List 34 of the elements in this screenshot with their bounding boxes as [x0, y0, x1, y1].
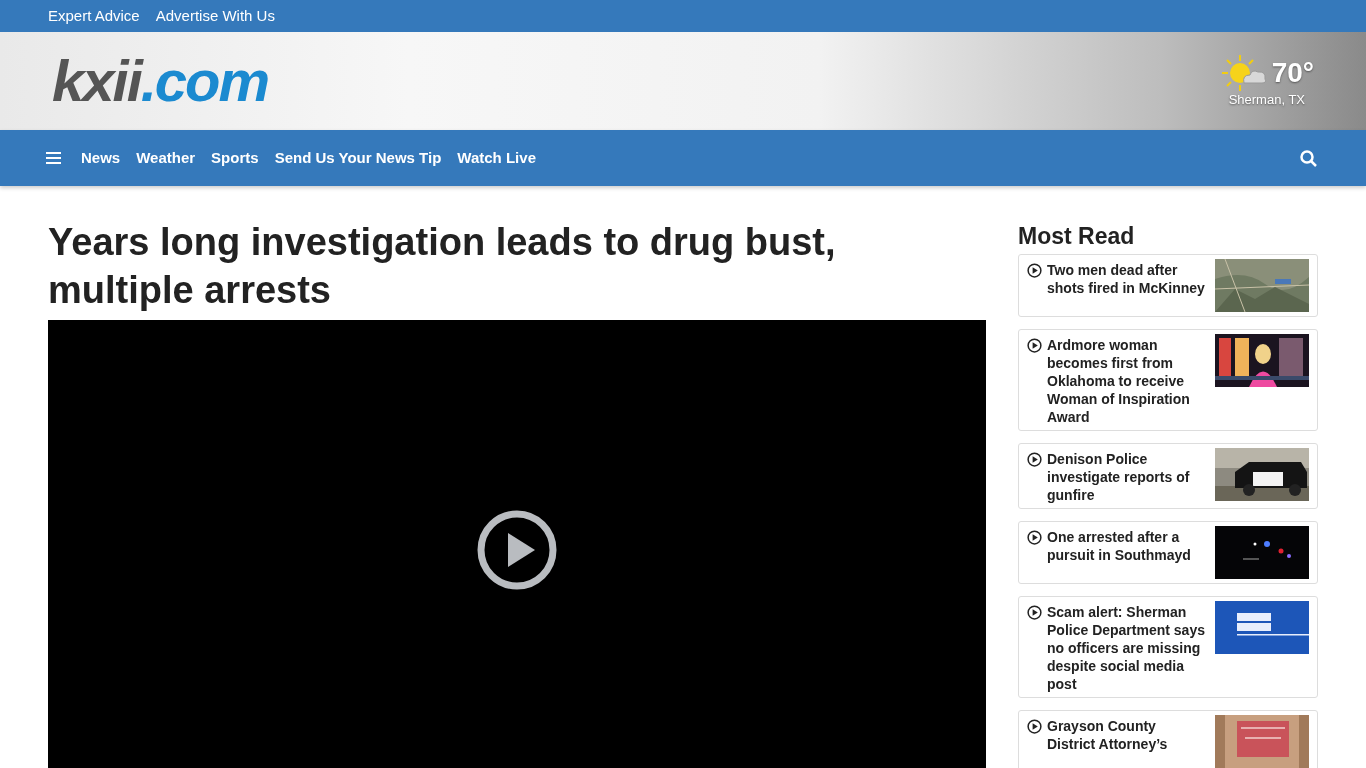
partly-cloudy-icon — [1219, 53, 1268, 94]
story-card[interactable]: Ardmore woman becomes first from Oklahoma to receive Woman of Inspiration Award — [1018, 329, 1318, 431]
play-icon — [1027, 452, 1042, 467]
nav-link[interactable]: Weather — [136, 146, 196, 170]
nav-link[interactable]: Sports — [211, 146, 259, 170]
play-icon[interactable] — [477, 510, 557, 590]
play-icon — [1027, 719, 1042, 734]
play-icon — [1027, 530, 1042, 545]
section-title: Most Read — [1018, 222, 1136, 250]
story-card[interactable]: One arrested after a pursuit in Southmayd — [1018, 521, 1318, 584]
story-card[interactable]: Two men dead after shots fired in McKinney — [1018, 254, 1318, 317]
search-icon[interactable] — [1300, 149, 1317, 167]
top-link[interactable]: Expert Advice — [48, 4, 140, 28]
play-icon — [1027, 338, 1042, 353]
story-card[interactable]: Scam alert: Sherman Police Department says no officers are missing despite social media post — [1018, 596, 1318, 698]
story-headline: Two men dead after shots fired in McKinney — [1047, 261, 1206, 298]
article-headline: Years long investigation leads to drug bust, multiple arrests — [48, 220, 837, 313]
nav-link[interactable]: Watch Live — [457, 146, 536, 170]
story-headline: Scam alert: Sherman Police Department says no officers are missing despite social media post — [1047, 603, 1206, 693]
story-headline: Ardmore woman becomes first from Oklahoma to receive Woman of Inspiration Award — [1047, 336, 1191, 426]
nav-link[interactable]: News — [81, 146, 121, 170]
nav-link[interactable]: Send Us Your News Tip — [274, 146, 442, 170]
story-card[interactable]: Denison Police investigate reports of gunfire — [1018, 443, 1318, 509]
menu-icon[interactable] — [46, 152, 61, 164]
play-icon — [1027, 263, 1042, 278]
story-headline: Denison Police investigate reports of gunfire — [1047, 450, 1191, 504]
story-headline: One arrested after a pursuit in Southmayd — [1047, 528, 1192, 565]
story-card[interactable]: Grayson County District Attorney’s — [1018, 710, 1318, 768]
play-icon — [1027, 605, 1042, 620]
weather-location: Sherman, TX — [1228, 91, 1305, 110]
site-logo[interactable]: kxii.com — [52, 52, 269, 110]
top-link[interactable]: Advertise With Us — [155, 4, 275, 28]
story-headline: Grayson County District Attorney’s — [1047, 717, 1169, 754]
temperature: 70° — [1271, 56, 1314, 91]
